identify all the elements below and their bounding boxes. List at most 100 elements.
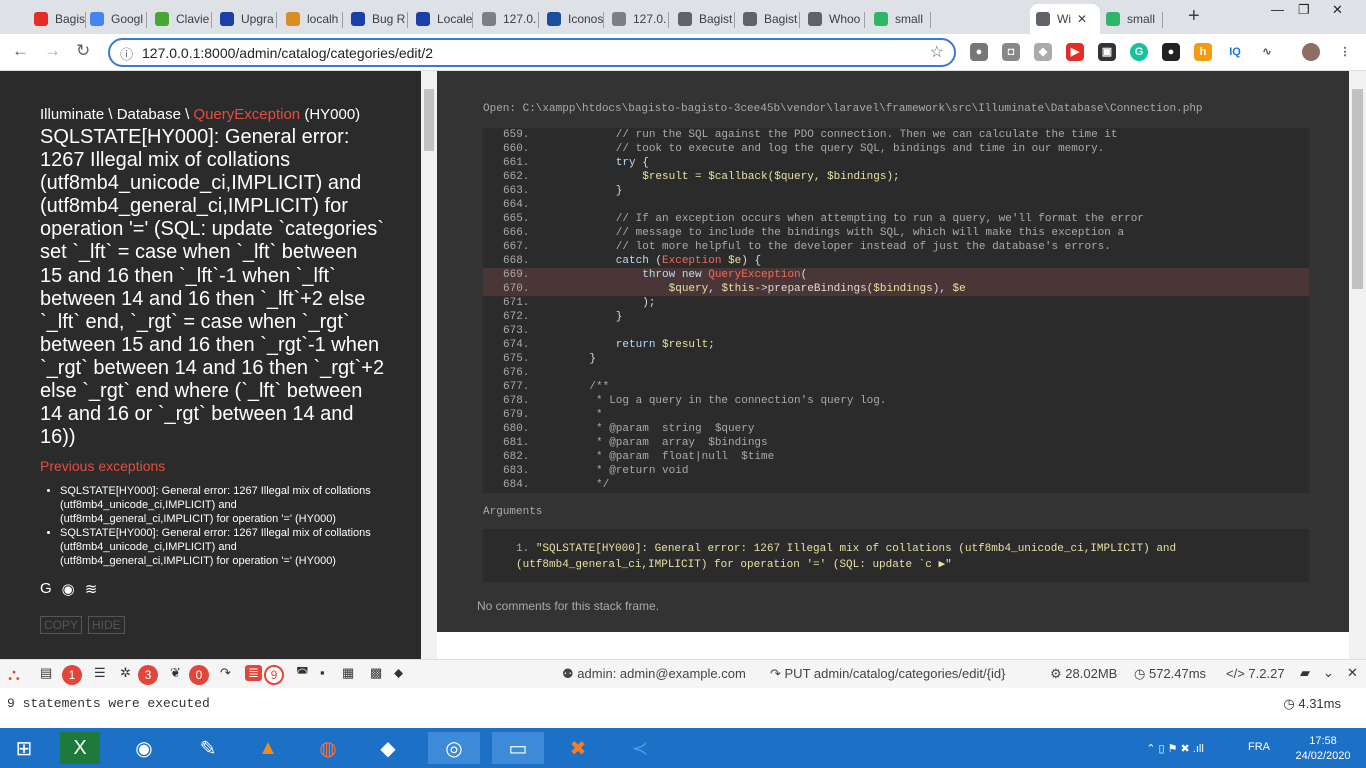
browser-tab-active[interactable]: Wi ✕ — [1030, 4, 1100, 34]
page-scrollbar[interactable] — [1349, 71, 1366, 659]
extension-grammarly-icon[interactable]: G — [1130, 43, 1148, 61]
browser-tab[interactable]: small — [868, 4, 931, 34]
restore-button[interactable]: ❐ — [1298, 2, 1310, 18]
vscode-icon[interactable]: ≺ — [614, 732, 666, 764]
code-line: 663. } — [503, 185, 623, 197]
tab-favicon-icon — [351, 12, 365, 26]
input-language[interactable]: FRA — [1248, 741, 1270, 753]
browser-tab[interactable]: Bug R — [345, 4, 408, 34]
lock-icon[interactable]: ▪ — [320, 665, 325, 680]
tags-icon[interactable]: ⬥ — [394, 665, 403, 681]
extension-shield-icon[interactable]: ◆ — [1034, 43, 1052, 61]
extension-honey-icon[interactable]: h — [1194, 43, 1212, 61]
laravel-logo-icon[interactable]: ⛬ — [8, 665, 20, 685]
browser-tab[interactable]: 127.0. — [476, 4, 539, 34]
tab-label: Iconos — [568, 12, 604, 26]
queries-panel: 9 statements were executed ◷ 4.31ms — [0, 688, 1366, 728]
code-line: 675. } — [503, 353, 597, 365]
argument-item[interactable]: 1. "SQLSTATE[HY000]: General error: 1267… — [516, 541, 1236, 573]
tab-separator — [211, 12, 212, 28]
copy-button[interactable]: COPY — [40, 616, 83, 634]
messages-badge[interactable]: 1 — [62, 665, 82, 685]
xampp-icon[interactable]: ✖ — [552, 732, 604, 764]
browser-tab[interactable]: Whoo — [802, 4, 865, 34]
file-explorer-icon[interactable]: ▭ — [492, 732, 544, 764]
exceptions-bug-icon[interactable]: ✲ — [120, 665, 131, 681]
panel-gap — [437, 632, 1349, 659]
minimize-button[interactable]: — — [1271, 2, 1284, 17]
tab-favicon-icon — [547, 12, 561, 26]
collapse-chevron-icon[interactable]: ⌄ — [1323, 665, 1334, 681]
reload-icon[interactable]: ↻ — [76, 41, 90, 61]
duckduckgo-search-icon[interactable]: ◉ — [62, 580, 75, 598]
browser-tab[interactable]: Iconos — [541, 4, 604, 34]
forward-icon[interactable]: → — [44, 41, 61, 61]
browser-tab[interactable]: Bagist — [737, 4, 800, 34]
extension-camera-icon[interactable]: ◘ — [1002, 43, 1020, 61]
close-debugbar-icon[interactable]: ✕ — [1347, 665, 1358, 681]
profile-avatar[interactable] — [1302, 43, 1320, 61]
extension-iq-icon[interactable]: IQ — [1226, 43, 1244, 61]
browser-tab[interactable]: Locale — [410, 4, 473, 34]
views-leaf-icon[interactable]: ❦ — [170, 665, 181, 681]
queries-database-icon[interactable]: ≣ — [245, 665, 262, 681]
browser-tab[interactable]: Clavie — [149, 4, 212, 34]
stackoverflow-search-icon[interactable]: ≋ — [85, 580, 98, 598]
back-icon[interactable]: ← — [12, 41, 29, 61]
excel-icon[interactable]: X — [60, 732, 100, 764]
open-file-link[interactable]: Open: C:\xampp\htdocs\bagisto-bagisto-3c… — [483, 103, 1203, 115]
extension-glasses-icon[interactable]: ● — [1162, 43, 1180, 61]
queries-badge[interactable]: 9 — [264, 665, 284, 685]
app-icon[interactable]: ◆ — [368, 732, 408, 764]
browser-tab[interactable]: small — [1100, 4, 1163, 34]
browser-tab[interactable]: Bagist — [28, 4, 86, 34]
open-folder-icon[interactable]: ▰ — [1300, 665, 1310, 681]
browser-tab[interactable]: Googl — [84, 4, 147, 34]
vlc-icon[interactable]: ▲ — [248, 732, 288, 764]
route-share-icon[interactable]: ↷ — [220, 665, 231, 681]
close-window-button[interactable]: ✕ — [1332, 2, 1343, 18]
archive-icon[interactable]: ▩ — [370, 665, 382, 681]
paint-icon[interactable]: ✎ — [188, 732, 228, 764]
tab-favicon-icon — [416, 12, 430, 26]
close-tab-icon[interactable]: ✕ — [1077, 12, 1087, 26]
browser-tab[interactable]: Bagist — [672, 4, 735, 34]
timeline-icon[interactable]: ☰ — [94, 665, 106, 681]
code-line: 665. // If an exception occurs when atte… — [503, 213, 1144, 225]
extension-copy-icon[interactable]: ▣ — [1098, 43, 1116, 61]
previous-exception-item: SQLSTATE[HY000]: General error: 1267 Ill… — [60, 526, 380, 568]
chrome-icon[interactable]: ◎ — [428, 732, 480, 764]
system-clock[interactable]: 17:58 24/02/2020 — [1293, 734, 1353, 764]
url-text[interactable]: 127.0.0.1:8000/admin/catalog/categories/… — [142, 45, 433, 61]
tray-icons[interactable]: ⌃ ▯ ⚑ ✖ .ıll — [1120, 732, 1230, 764]
idm-icon[interactable]: ◉ — [124, 732, 164, 764]
tab-separator — [799, 12, 800, 28]
bookmark-star-icon[interactable]: ☆ — [930, 42, 944, 62]
new-tab-button[interactable]: + — [1188, 5, 1200, 28]
code-line: 682. * @param float|null $time — [503, 451, 775, 463]
views-badge[interactable]: 0 — [189, 665, 209, 685]
extension-chat-icon[interactable]: ● — [970, 43, 988, 61]
statements-summary: 9 statements were executed — [7, 696, 210, 711]
browser-menu-icon[interactable]: ⋮ — [1336, 43, 1354, 61]
extension-play-icon[interactable]: ▶ — [1066, 43, 1084, 61]
code-line: 681. * @param array $bindings — [503, 437, 768, 449]
left-scrollbar[interactable] — [421, 71, 437, 659]
windows-start-icon[interactable]: ⊞ — [4, 732, 44, 764]
page-scrollbar-thumb[interactable] — [1352, 89, 1363, 289]
google-search-icon[interactable]: G — [40, 580, 52, 598]
mail-icon[interactable]: ◚ — [296, 665, 309, 681]
extension-pulse-icon[interactable]: ∿ — [1258, 43, 1276, 61]
left-scrollbar-thumb[interactable] — [424, 89, 434, 151]
info-icon[interactable]: ⓘ — [120, 44, 133, 63]
request-icon[interactable]: ▦ — [342, 665, 354, 681]
arguments-heading: Arguments — [483, 506, 543, 518]
browser-tab[interactable]: 127.0. — [606, 4, 669, 34]
omnibox[interactable]: ⓘ 127.0.0.1:8000/admin/catalog/categorie… — [108, 38, 956, 67]
hide-button[interactable]: HIDE — [88, 616, 125, 634]
browser-tab[interactable]: Upgra — [214, 4, 277, 34]
messages-icon[interactable]: ▤ — [40, 665, 52, 681]
browser-tab[interactable]: localh — [280, 4, 343, 34]
exceptions-badge[interactable]: 3 — [138, 665, 158, 685]
firefox-icon[interactable]: ◍ — [308, 732, 348, 764]
